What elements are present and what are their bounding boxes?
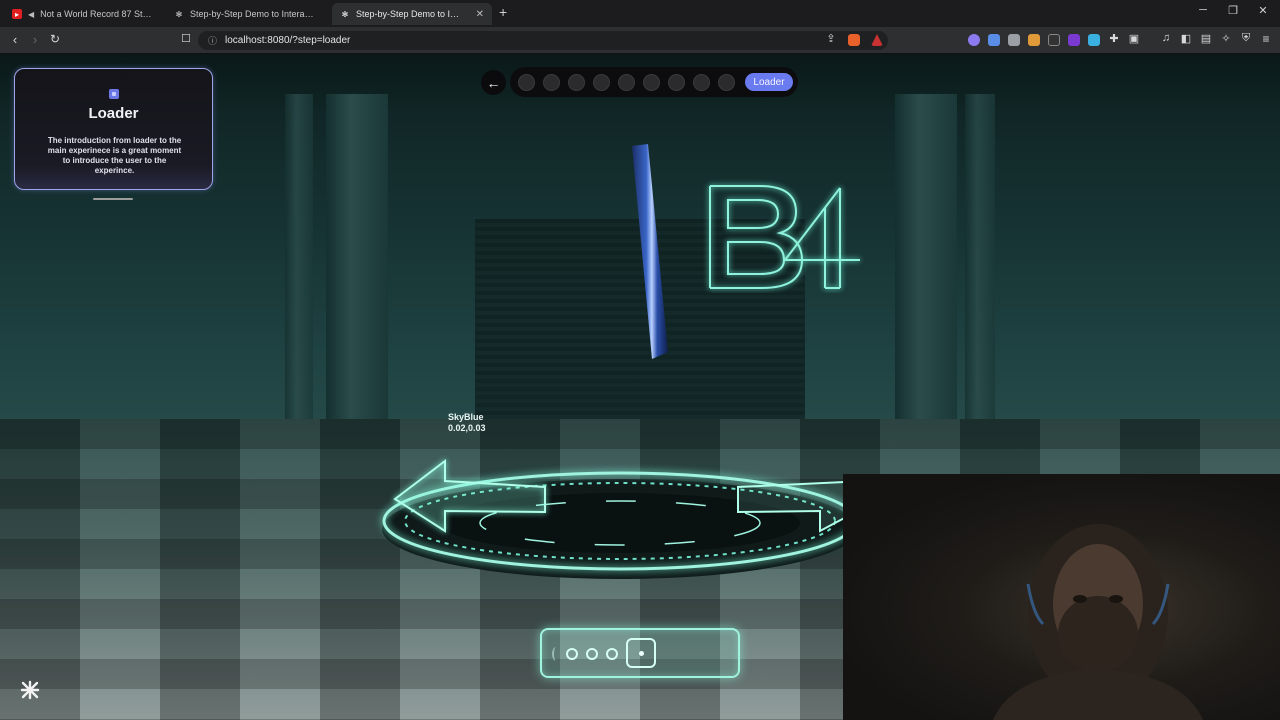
tab-demo-active[interactable]: ✻ Step-by-Step Demo to Interactio ✕	[332, 3, 492, 25]
screenshot-icon[interactable]: ▣	[1125, 32, 1143, 45]
arrow-left-icon[interactable]: ←	[481, 70, 506, 95]
site-info-icon[interactable]: ⓘ	[208, 34, 217, 47]
extension-icon[interactable]	[1008, 34, 1020, 46]
share-icon[interactable]: ⇪	[822, 32, 840, 45]
variant-selector-dock[interactable]	[540, 628, 740, 678]
variant-selected[interactable]	[626, 638, 656, 668]
card-divider	[93, 198, 133, 200]
step-info-card: Loader The introduction from loader to t…	[14, 68, 213, 190]
reload-icon[interactable]: ↻	[46, 32, 64, 46]
close-window-icon[interactable]: ✕	[1248, 4, 1278, 17]
sidebar-icon[interactable]: ◧	[1177, 32, 1195, 45]
step-description: The introduction from loader to the main…	[47, 136, 182, 175]
step-dot[interactable]	[668, 74, 685, 91]
leo-icon[interactable]: ✧	[1217, 32, 1235, 45]
speaker-muted-icon[interactable]: ◀	[28, 10, 34, 19]
step-dot[interactable]	[568, 74, 585, 91]
app-logo-icon: ✻	[175, 9, 183, 19]
app-logo-icon: ✻	[341, 9, 349, 19]
url-text: localhost:8080/?step=loader	[225, 35, 351, 46]
variant-dot[interactable]	[566, 648, 578, 660]
step-badge-icon	[109, 89, 119, 99]
blue-monolith	[632, 144, 668, 359]
step-dot[interactable]	[593, 74, 610, 91]
neon-turntable-platform[interactable]	[370, 449, 850, 594]
tab-title: Not a World Record 87 Stacks: H	[40, 9, 154, 19]
step-active-loader[interactable]: Loader	[745, 73, 793, 91]
step-dot[interactable]	[693, 74, 710, 91]
youtube-icon: ▸	[12, 9, 22, 19]
minimize-icon[interactable]: ─	[1188, 4, 1218, 16]
variant-dot[interactable]	[586, 648, 598, 660]
extension-icon[interactable]	[1088, 34, 1100, 46]
vpn-icon[interactable]: ⛨	[1237, 32, 1255, 45]
extension-icon[interactable]	[988, 34, 1000, 46]
color-name: SkyBlue	[448, 412, 484, 422]
tab-demo-1[interactable]: ✻ Step-by-Step Demo to Interaction in	[166, 3, 326, 25]
color-value: 0.02,0.03	[448, 423, 486, 433]
step-dot[interactable]	[543, 74, 560, 91]
step-dot[interactable]	[643, 74, 660, 91]
color-readout: SkyBlue 0.02,0.03	[448, 412, 486, 434]
back-icon[interactable]: ‹	[6, 32, 24, 47]
extension-icon[interactable]	[1068, 34, 1080, 46]
close-tab-icon[interactable]: ✕	[470, 9, 484, 20]
extension-icon[interactable]	[1048, 34, 1060, 46]
tab-youtube[interactable]: ▸ ◀ Not a World Record 87 Stacks: H	[4, 3, 162, 25]
step-dot[interactable]	[718, 74, 735, 91]
menu-icon[interactable]: ≡	[1257, 32, 1275, 46]
app-logo-icon[interactable]	[20, 680, 40, 700]
tab-title: Step-by-Step Demo to Interactio	[356, 9, 464, 19]
step-dot[interactable]	[518, 74, 535, 91]
variant-dot[interactable]	[606, 648, 618, 660]
new-tab-button[interactable]: +	[499, 4, 507, 20]
forward-icon[interactable]: ›	[26, 32, 44, 47]
extensions-puzzle-icon[interactable]: ✚	[1105, 32, 1123, 45]
extension-icon[interactable]	[1028, 34, 1040, 46]
restore-icon[interactable]: ❐	[1218, 4, 1248, 17]
tab-bar: ▸ ◀ Not a World Record 87 Stacks: H ✻ St…	[0, 0, 1280, 27]
selected-dot	[639, 651, 644, 656]
webcam-overlay	[843, 474, 1280, 720]
address-bar[interactable]: ⓘ localhost:8080/?step=loader	[198, 31, 888, 50]
browser-toolbar: ‹ › ↻ ☐ ⓘ localhost:8080/?step=loader ⇪ …	[0, 27, 1280, 54]
step-dot[interactable]	[618, 74, 635, 91]
dock-scroll-hint	[552, 647, 560, 661]
extension-icon[interactable]	[968, 34, 980, 46]
wallet-icon[interactable]: ▤	[1197, 32, 1215, 45]
step-title: Loader	[88, 105, 139, 122]
media-icon[interactable]: ♫	[1157, 32, 1175, 44]
brave-shield-icon[interactable]	[848, 34, 860, 46]
tab-title: Step-by-Step Demo to Interaction in	[190, 9, 318, 19]
b4-neon-logo	[709, 185, 860, 289]
bookmark-icon[interactable]: ☐	[177, 32, 195, 45]
presenter-video	[993, 524, 1203, 720]
step-navigation: Loader	[510, 67, 798, 97]
